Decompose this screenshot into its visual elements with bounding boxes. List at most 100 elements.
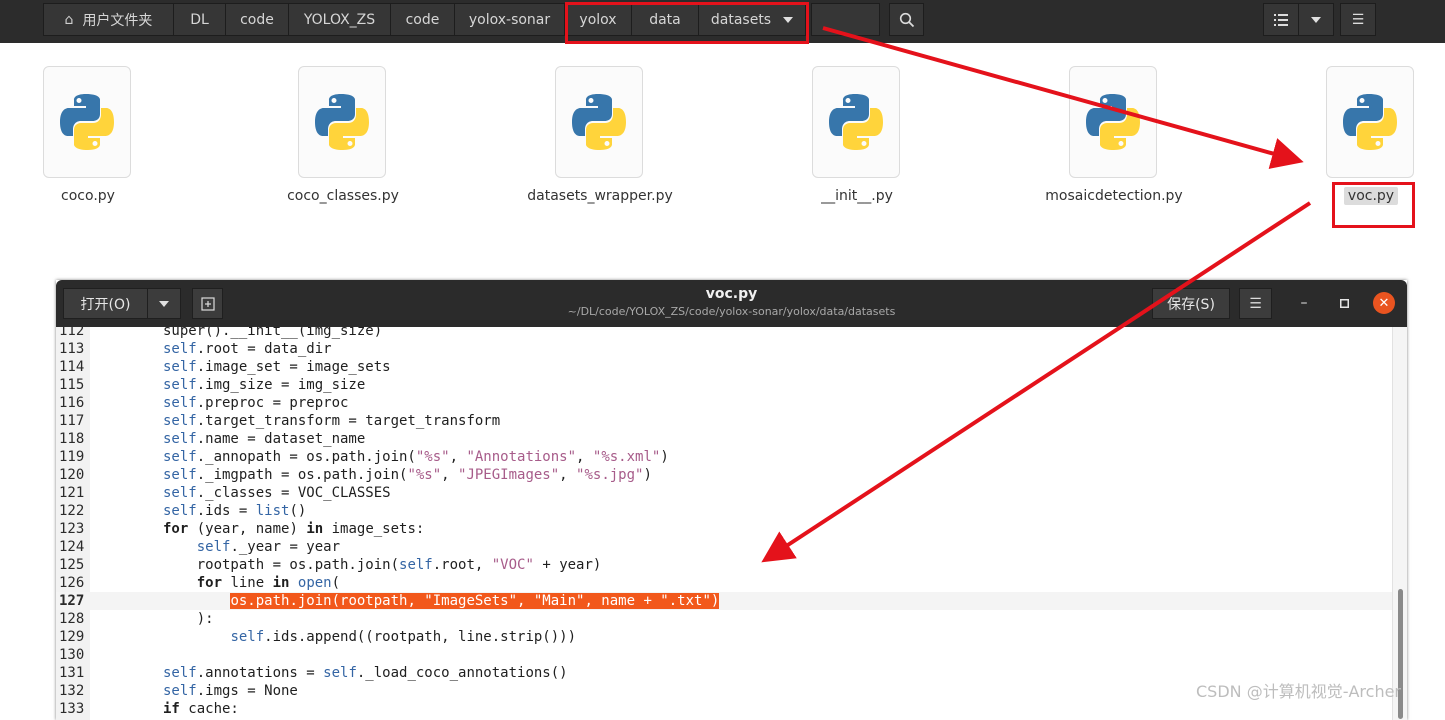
line-number: 125 xyxy=(59,557,85,573)
search-icon xyxy=(899,12,914,27)
line-number: 113 xyxy=(59,341,85,357)
line-number: 121 xyxy=(59,485,85,501)
view-controls: ☰ xyxy=(1263,3,1376,36)
maximize-button[interactable] xyxy=(1333,292,1355,314)
code-line[interactable]: 119 self._annopath = os.path.join("%s", "… xyxy=(56,448,1392,466)
breadcrumb-dl[interactable]: DL xyxy=(173,3,226,36)
code-line[interactable]: 114 self.image_set = image_sets xyxy=(56,358,1392,376)
code-text: self.name = dataset_name xyxy=(163,431,366,447)
line-number: 128 xyxy=(59,611,85,627)
code-view[interactable]: 112 super().__init__(img_size) 113 self.roo… xyxy=(56,327,1392,720)
view-options-dropdown[interactable] xyxy=(1298,3,1334,36)
code-text: rootpath = os.path.join(self.root, "VOC"… xyxy=(163,557,602,573)
hamburger-icon: ☰ xyxy=(1351,11,1365,28)
line-number: 124 xyxy=(59,539,85,555)
line-number: 112 xyxy=(59,327,85,339)
search-button[interactable] xyxy=(889,3,924,36)
python-file-icon xyxy=(1326,66,1414,178)
line-number: 123 xyxy=(59,521,85,537)
editor-menu-button[interactable]: ☰ xyxy=(1239,288,1272,319)
code-line[interactable]: 127 os.path.join(rootpath, "ImageSets", … xyxy=(56,592,1392,610)
code-text: self._annopath = os.path.join("%s", "Ann… xyxy=(163,449,669,465)
code-line[interactable]: 132 self.imgs = None xyxy=(56,682,1392,700)
code-text: self.target_transform = target_transform xyxy=(163,413,501,429)
line-number: 118 xyxy=(59,431,85,447)
home-icon: ⌂ xyxy=(64,11,74,28)
list-view-button[interactable] xyxy=(1263,3,1299,36)
file-name: coco.py xyxy=(61,188,115,204)
code-text: super().__init__(img_size) xyxy=(163,327,383,339)
file-name: mosaicdetection.py xyxy=(1045,188,1183,204)
code-line[interactable]: 116 self.preproc = preproc xyxy=(56,394,1392,412)
vertical-scrollbar[interactable] xyxy=(1392,327,1407,720)
code-line[interactable]: 112 super().__init__(img_size) xyxy=(56,327,1392,340)
code-line[interactable]: 129 self.ids.append((rootpath, line.stri… xyxy=(56,628,1392,646)
line-number: 126 xyxy=(59,575,85,591)
breadcrumb-code[interactable]: code xyxy=(225,3,289,36)
line-number: 116 xyxy=(59,395,85,411)
list-view-icon xyxy=(1274,13,1288,26)
python-file-icon xyxy=(555,66,643,178)
code-line[interactable]: 120 self._imgpath = os.path.join("%s", "J… xyxy=(56,466,1392,484)
code-text: self.ids.append((rootpath, line.strip())… xyxy=(230,629,577,645)
code-text: self._year = year xyxy=(196,539,341,555)
breadcrumb-home[interactable]: ⌂ 用户文件夹 xyxy=(43,3,174,36)
code-line[interactable]: 124 self._year = year xyxy=(56,538,1392,556)
python-file-icon xyxy=(812,66,900,178)
code-text: self.annotations = self._load_coco_annot… xyxy=(163,665,568,681)
annotation-box-voc-file xyxy=(1332,182,1415,228)
code-line[interactable]: 122 self.ids = list() xyxy=(56,502,1392,520)
code-text: self.root = data_dir xyxy=(163,341,332,357)
breadcrumb-yolox-zs[interactable]: YOLOX_ZS xyxy=(288,3,391,36)
breadcrumb-yolox-sonar[interactable]: yolox-sonar xyxy=(454,3,565,36)
hamburger-icon: ☰ xyxy=(1249,295,1262,312)
watermark: CSDN @计算机视觉-Archer xyxy=(1196,682,1402,701)
code-line[interactable]: 117 self.target_transform = target_transf… xyxy=(56,412,1392,430)
line-number: 127 xyxy=(59,593,85,609)
close-icon: ✕ xyxy=(1378,295,1390,311)
python-file-icon xyxy=(43,66,131,178)
save-button[interactable]: 保存(S) xyxy=(1152,288,1230,319)
breadcrumb-empty-slot xyxy=(811,3,880,36)
code-text: if cache: xyxy=(163,701,239,717)
breadcrumb-label: YOLOX_ZS xyxy=(303,11,376,28)
breadcrumb-label: 用户文件夹 xyxy=(82,12,153,29)
line-number: 115 xyxy=(59,377,85,393)
line-number: 132 xyxy=(59,683,85,699)
selected-code-text: os.path.join(rootpath, "ImageSets", "Mai… xyxy=(230,593,720,609)
code-line[interactable]: 133 if cache: xyxy=(56,700,1392,718)
line-number: 122 xyxy=(59,503,85,519)
minimize-button[interactable]: – xyxy=(1293,292,1315,314)
code-text: self.ids = list() xyxy=(163,503,307,519)
line-number: 119 xyxy=(59,449,85,465)
code-text: self.image_set = image_sets xyxy=(163,359,391,375)
hamburger-menu-button[interactable]: ☰ xyxy=(1340,3,1376,36)
code-line[interactable]: 130 xyxy=(56,646,1392,664)
python-file-icon xyxy=(1069,66,1157,178)
line-number: 120 xyxy=(59,467,85,483)
annotation-box-breadcrumb xyxy=(565,2,809,44)
code-line[interactable]: 128 ): xyxy=(56,610,1392,628)
close-button[interactable]: ✕ xyxy=(1373,292,1395,314)
code-line[interactable]: 118 self.name = dataset_name xyxy=(56,430,1392,448)
breadcrumb-code-2[interactable]: code xyxy=(390,3,455,36)
line-number: 129 xyxy=(59,629,85,645)
code-text: for line in open( xyxy=(196,575,341,591)
code-text: self.img_size = img_size xyxy=(163,377,366,393)
code-line[interactable]: 115 self.img_size = img_size xyxy=(56,376,1392,394)
code-text: os.path.join(rootpath, "ImageSets", "Mai… xyxy=(163,592,720,610)
line-number: 114 xyxy=(59,359,85,375)
maximize-icon xyxy=(1339,298,1349,308)
code-line[interactable]: 126 for line in open( xyxy=(56,574,1392,592)
code-line[interactable]: 121 self._classes = VOC_CLASSES xyxy=(56,484,1392,502)
line-number: 117 xyxy=(59,413,85,429)
code-line[interactable]: 131 self.annotations = self._load_coco_an… xyxy=(56,664,1392,682)
code-line[interactable]: 125 rootpath = os.path.join(self.root, "… xyxy=(56,556,1392,574)
code-line[interactable]: 113 self.root = data_dir xyxy=(56,340,1392,358)
line-number: 133 xyxy=(59,701,85,717)
file-name: coco_classes.py xyxy=(287,188,399,204)
code-text: for (year, name) in image_sets: xyxy=(163,521,425,537)
code-line[interactable]: 123 for (year, name) in image_sets: xyxy=(56,520,1392,538)
code-text: self._imgpath = os.path.join("%s", "JPEG… xyxy=(163,467,652,483)
text-editor-window: 打开(O) voc.py ~/DL/code/YOLOX_ZS/code/yol… xyxy=(56,280,1407,720)
